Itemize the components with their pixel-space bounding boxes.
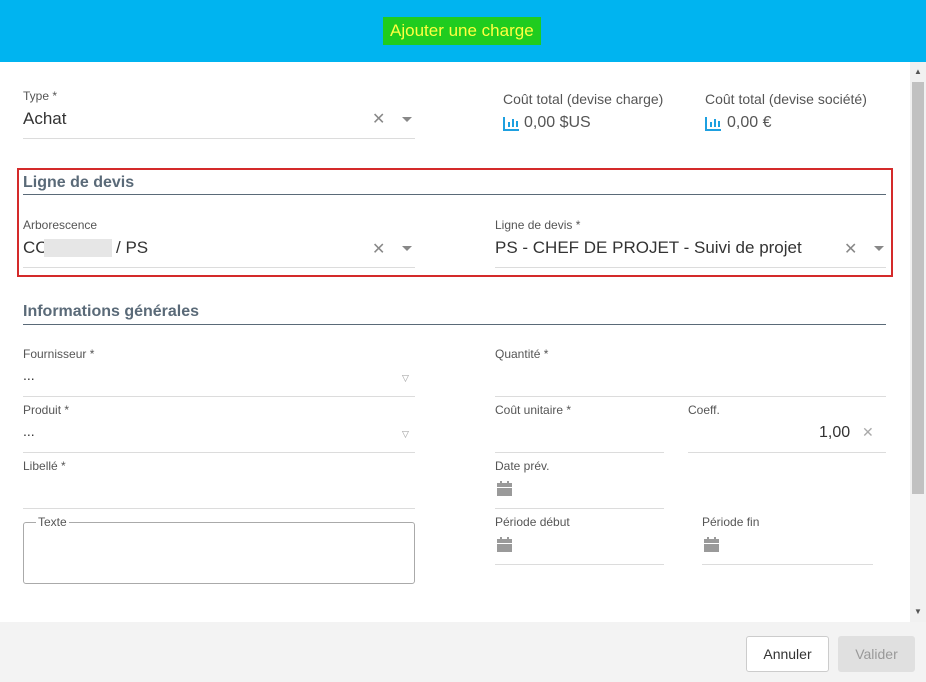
type-clear-icon[interactable]: ✕ <box>372 109 385 129</box>
ligne-devis-label: Ligne de devis * <box>495 218 581 232</box>
calendar-icon[interactable] <box>497 481 512 496</box>
fournisseur-underline <box>23 396 415 397</box>
section-divider <box>23 194 886 195</box>
type-value[interactable]: Achat <box>23 109 66 129</box>
validate-button[interactable]: Valider <box>838 636 915 672</box>
periode-fin-label: Période fin <box>702 515 760 529</box>
produit-dropdown-caret-icon[interactable]: ▽ <box>402 429 409 440</box>
ligne-devis-underline <box>495 267 886 268</box>
libelle-underline <box>23 508 415 509</box>
dialog-title: Ajouter une charge <box>383 17 541 45</box>
total-charge-amount: 0,00 $US <box>524 114 591 131</box>
periode-debut-underline <box>495 564 664 565</box>
ligne-devis-clear-icon[interactable]: ✕ <box>844 239 857 259</box>
redacted-text <box>44 239 112 257</box>
periode-debut-label: Période début <box>495 515 570 529</box>
calendar-icon[interactable] <box>497 537 512 552</box>
section-title-informations: Informations générales <box>23 303 200 320</box>
periode-fin-underline <box>702 564 873 565</box>
chart-icon <box>503 117 519 131</box>
fournisseur-value[interactable]: ... <box>23 367 35 383</box>
date-prev-label: Date prév. <box>495 459 550 473</box>
texte-label: Texte <box>36 515 69 529</box>
coeff-underline <box>688 452 886 453</box>
coeff-clear-icon[interactable]: ✕ <box>862 424 874 441</box>
date-prev-underline <box>495 508 664 509</box>
scroll-thumb[interactable] <box>912 82 924 494</box>
scrollbar[interactable]: ▲ ▼ <box>910 62 926 622</box>
produit-label: Produit * <box>23 403 70 417</box>
highlight-box <box>17 168 893 277</box>
type-underline <box>23 138 415 139</box>
calendar-icon[interactable] <box>704 537 719 552</box>
total-charge-label: Coût total (devise charge) <box>503 91 664 107</box>
libelle-label: Libellé * <box>23 459 66 473</box>
cancel-button[interactable]: Annuler <box>746 636 829 672</box>
cout-unitaire-underline <box>495 452 664 453</box>
produit-underline <box>23 452 415 453</box>
section-divider <box>23 324 886 325</box>
ligne-devis-value[interactable]: PS - CHEF DE PROJET - Suivi de projet <box>495 238 802 258</box>
total-societe-amount: 0,00 € <box>727 114 772 131</box>
cout-unitaire-label: Coût unitaire * <box>495 403 572 417</box>
fournisseur-dropdown-caret-icon[interactable]: ▽ <box>402 373 409 384</box>
arborescence-suffix[interactable]: / PS <box>116 238 148 258</box>
section-title-ligne-devis: Ligne de devis <box>23 174 135 191</box>
arborescence-clear-icon[interactable]: ✕ <box>372 239 385 259</box>
arborescence-label: Arborescence <box>23 218 98 232</box>
produit-value[interactable]: ... <box>23 423 35 439</box>
dialog-header: Ajouter une charge <box>0 0 926 62</box>
total-societe-label: Coût total (devise société) <box>705 91 867 107</box>
quantite-label: Quantité * <box>495 347 549 361</box>
type-label: Type * <box>23 89 58 103</box>
fournisseur-label: Fournisseur * <box>23 347 95 361</box>
quantite-underline <box>495 396 886 397</box>
add-charge-dialog: Ajouter une charge Type * Achat ✕ Coût t… <box>0 0 926 682</box>
texte-textarea[interactable] <box>23 522 415 584</box>
coeff-input[interactable]: 1,00 <box>819 424 850 442</box>
scroll-down-icon[interactable]: ▼ <box>910 605 926 619</box>
scroll-up-icon[interactable]: ▲ <box>910 65 926 79</box>
arborescence-underline <box>23 267 415 268</box>
coeff-label: Coeff. <box>688 403 720 417</box>
type-dropdown-caret-icon[interactable] <box>402 117 412 122</box>
chart-icon <box>705 117 721 131</box>
arborescence-dropdown-caret-icon[interactable] <box>402 246 412 251</box>
ligne-devis-dropdown-caret-icon[interactable] <box>874 246 884 251</box>
